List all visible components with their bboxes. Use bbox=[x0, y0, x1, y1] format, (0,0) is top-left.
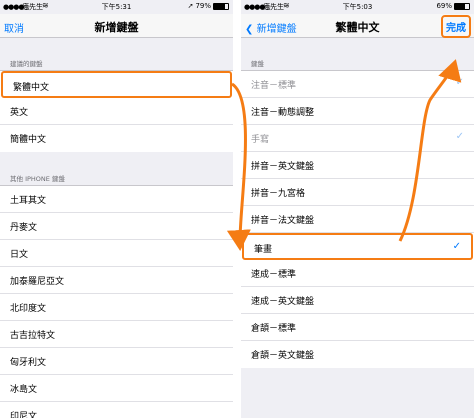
row-label: 丹麥文 bbox=[10, 223, 38, 233]
row-label: 繁體中文 bbox=[13, 83, 50, 93]
keyboards-section-header: 鍵盤 bbox=[251, 60, 264, 68]
keyboard-layout-row[interactable]: 手寫 ✓ bbox=[241, 125, 474, 152]
checkmark-icon: ✓ bbox=[452, 241, 461, 252]
right-screen: ●●●●○ 瘋先生 ≋ 下午5:03 69% ❮ 新增鍵盤 繁體中文 完成 鍵盤… bbox=[241, 0, 474, 418]
row-label: 印尼文 bbox=[10, 412, 38, 418]
row-label: 筆畫 bbox=[254, 245, 273, 255]
row-label: 冰島文 bbox=[10, 385, 38, 395]
keyboard-layout-list: 注音－標準 ✓ 注音－動態調整 手寫 ✓ 拼音－英文鍵盤 拼音－九宮格 拼音－法文鍵盤 筆畫 ✓ 速… bbox=[241, 70, 474, 368]
list-item[interactable]: 土耳其文 bbox=[0, 186, 233, 213]
list-item[interactable]: 丹麥文 bbox=[0, 213, 233, 240]
row-label: 加泰羅尼亞文 bbox=[10, 277, 65, 287]
row-label: 速成－標準 bbox=[251, 270, 297, 280]
suggested-keyboard-list: 繁體中文 英文 簡體中文 bbox=[0, 70, 233, 152]
keyboard-layout-row[interactable]: 速成－標準 bbox=[241, 260, 474, 287]
row-label: 速成－英文鍵盤 bbox=[251, 297, 315, 307]
location-arrow-icon: ➚ bbox=[187, 2, 194, 10]
navigation-bar: ❮ 新增鍵盤 繁體中文 完成 bbox=[241, 14, 474, 38]
done-button-label: 完成 bbox=[441, 15, 471, 38]
keyboard-layout-row[interactable]: 注音－動態調整 bbox=[241, 98, 474, 125]
row-label: 拼音－九宮格 bbox=[251, 189, 306, 199]
battery-percent: 69% bbox=[436, 2, 452, 10]
list-item[interactable]: 印尼文 bbox=[0, 402, 233, 418]
keyboard-layout-row[interactable]: 速成－英文鍵盤 bbox=[241, 287, 474, 314]
row-label: 古吉拉特文 bbox=[10, 331, 56, 341]
other-section-header: 其他 IPHONE 鍵盤 bbox=[10, 175, 65, 183]
row-label: 英文 bbox=[10, 108, 29, 118]
status-bar: ●●●●○ 瘋先生 ≋ 下午5:03 69% bbox=[241, 0, 474, 14]
keyboard-option-english[interactable]: 英文 bbox=[0, 98, 233, 125]
keyboard-layout-row[interactable]: 倉頡－英文鍵盤 bbox=[241, 341, 474, 368]
other-keyboard-list: 土耳其文 丹麥文 日文 加泰羅尼亞文 北印度文 古吉拉特文 匈牙利文 冰島文 印… bbox=[0, 185, 233, 418]
keyboard-layout-row[interactable]: 拼音－法文鍵盤 bbox=[241, 206, 474, 233]
list-item[interactable]: 匈牙利文 bbox=[0, 348, 233, 375]
suggested-section-header: 建議的鍵盤 bbox=[10, 60, 43, 68]
row-label: 注音－動態調整 bbox=[251, 108, 315, 118]
row-label: 匈牙利文 bbox=[10, 358, 47, 368]
row-label: 手寫 bbox=[251, 135, 270, 145]
keyboard-layout-row[interactable]: 拼音－英文鍵盤 bbox=[241, 152, 474, 179]
row-label: 日文 bbox=[10, 250, 29, 260]
row-label: 倉頡－標準 bbox=[251, 324, 297, 334]
list-item[interactable]: 加泰羅尼亞文 bbox=[0, 267, 233, 294]
row-label: 倉頡－英文鍵盤 bbox=[251, 351, 315, 361]
row-label: 拼音－法文鍵盤 bbox=[251, 216, 315, 226]
list-item[interactable]: 日文 bbox=[0, 240, 233, 267]
left-screen: ●●●●○ 瘋先生 ≋ 下午5:31 ➚ 79% 取消 新增鍵盤 建議的鍵盤 繁… bbox=[0, 0, 233, 418]
list-item[interactable]: 北印度文 bbox=[0, 294, 233, 321]
row-label: 北印度文 bbox=[10, 304, 47, 314]
list-item[interactable]: 古吉拉特文 bbox=[0, 321, 233, 348]
keyboard-layout-row[interactable]: 拼音－九宮格 bbox=[241, 179, 474, 206]
keyboard-layout-row[interactable]: 倉頡－標準 bbox=[241, 314, 474, 341]
keyboard-layout-row[interactable]: 注音－標準 ✓ bbox=[241, 71, 474, 98]
row-label: 拼音－英文鍵盤 bbox=[251, 162, 315, 172]
battery-percent: 79% bbox=[195, 2, 211, 10]
battery-icon bbox=[213, 2, 229, 10]
checkmark-icon: ✓ bbox=[455, 131, 464, 142]
done-button[interactable]: 完成 bbox=[441, 15, 471, 38]
battery-icon bbox=[454, 2, 470, 10]
navigation-bar: 取消 新增鍵盤 bbox=[0, 14, 233, 38]
row-label: 簡體中文 bbox=[10, 135, 47, 145]
list-item[interactable]: 冰島文 bbox=[0, 375, 233, 402]
keyboard-option-traditional-chinese[interactable]: 繁體中文 bbox=[1, 71, 232, 98]
keyboard-option-simplified-chinese[interactable]: 簡體中文 bbox=[0, 125, 233, 152]
checkmark-icon: ✓ bbox=[455, 77, 464, 88]
keyboard-layout-row[interactable]: 筆畫 ✓ bbox=[242, 233, 473, 260]
row-label: 注音－標準 bbox=[251, 81, 297, 91]
page-title: 繁體中文 bbox=[335, 21, 380, 34]
page-title: 新增鍵盤 bbox=[94, 21, 139, 34]
status-bar: ●●●●○ 瘋先生 ≋ 下午5:31 ➚ 79% bbox=[0, 0, 233, 14]
row-label: 土耳其文 bbox=[10, 196, 47, 206]
